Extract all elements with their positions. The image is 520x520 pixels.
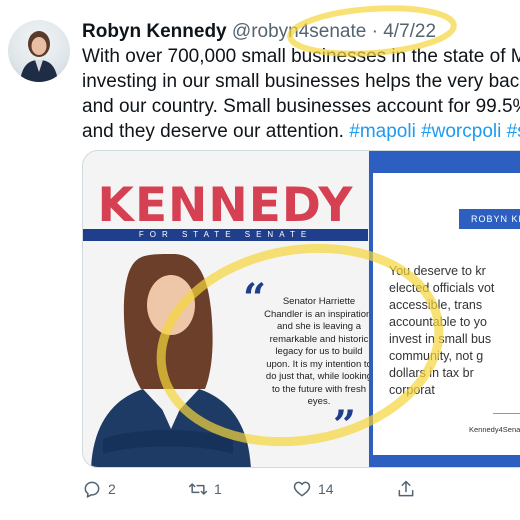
message-line: accessible, trans — [389, 298, 483, 312]
message-card: ROBYN KEN You deserve to kr elected offi… — [373, 173, 520, 455]
share-button[interactable] — [396, 476, 416, 502]
message-footer: Kennedy4Senate — [469, 425, 520, 434]
avatar[interactable] — [8, 20, 70, 82]
message-text: You deserve to kr elected officials vot … — [373, 263, 520, 399]
tweet-date[interactable]: 4/7/22 — [383, 21, 436, 42]
message-line: invest in small bus — [389, 332, 492, 346]
candidate-photo — [91, 254, 251, 467]
share-icon — [398, 480, 414, 497]
reply-button[interactable]: 2 — [82, 476, 116, 502]
tweet[interactable]: Robyn Kennedy @robyn4senate · 4/7/22 Wit… — [0, 0, 520, 520]
retweet-count: 1 — [214, 481, 222, 497]
like-count: 14 — [318, 481, 334, 497]
media-image-campaign-message[interactable]: ROBYN KEN You deserve to kr elected offi… — [369, 151, 520, 467]
tweet-text-line: investing in our small businesses helps … — [82, 71, 520, 92]
reply-icon — [84, 481, 100, 498]
message-line: You deserve to kr — [389, 264, 486, 278]
tweet-text-line: With over 700,000 small businesses in th… — [82, 46, 520, 67]
message-line: corporat — [389, 383, 435, 397]
tweet-text-line: and they deserve our attention. #mapoli … — [82, 119, 520, 144]
message-line: community, not g — [389, 349, 484, 363]
tweet-text: With over 700,000 small businesses in th… — [82, 44, 520, 144]
like-icon — [293, 481, 311, 497]
tweet-actions: 2 1 14 — [82, 476, 520, 502]
like-button[interactable]: 14 — [292, 476, 334, 502]
hashtag-link[interactable]: #mapoli — [349, 121, 416, 142]
media-image-campaign-quote[interactable]: KENNEDY FOR STATE SENATE “ Senator Harri… — [83, 151, 374, 467]
quote-text: Senator Harriette Chandler is an inspira… — [264, 296, 374, 407]
header-separator: · — [371, 21, 378, 42]
tweet-text-line: and our country. Small businesses accoun… — [82, 96, 520, 117]
quote-close-mark: ” — [333, 402, 357, 449]
hashtag-link[interactable]: #worcpoli — [421, 121, 501, 142]
author-handle[interactable]: @robyn4senate — [232, 21, 366, 42]
message-line: dollars in tax br — [389, 366, 474, 380]
message-line: elected officials vot — [389, 281, 495, 295]
author-name[interactable]: Robyn Kennedy — [82, 21, 227, 42]
message-line: accountable to yo — [389, 315, 487, 329]
tweet-text-fragment: and they deserve our attention. — [82, 121, 344, 142]
campaign-headline: KENNEDY — [97, 178, 354, 233]
reply-count: 2 — [108, 481, 116, 497]
tweet-header: Robyn Kennedy @robyn4senate · 4/7/22 — [82, 20, 436, 44]
retweet-button[interactable]: 1 — [188, 476, 222, 502]
avatar-portrait — [20, 31, 58, 82]
message-divider — [493, 413, 520, 414]
tweet-media[interactable]: KENNEDY FOR STATE SENATE “ Senator Harri… — [82, 150, 520, 468]
hashtag-link[interactable]: #ser — [507, 121, 520, 142]
message-badge: ROBYN KEN — [459, 209, 520, 229]
retweet-icon — [188, 483, 208, 495]
